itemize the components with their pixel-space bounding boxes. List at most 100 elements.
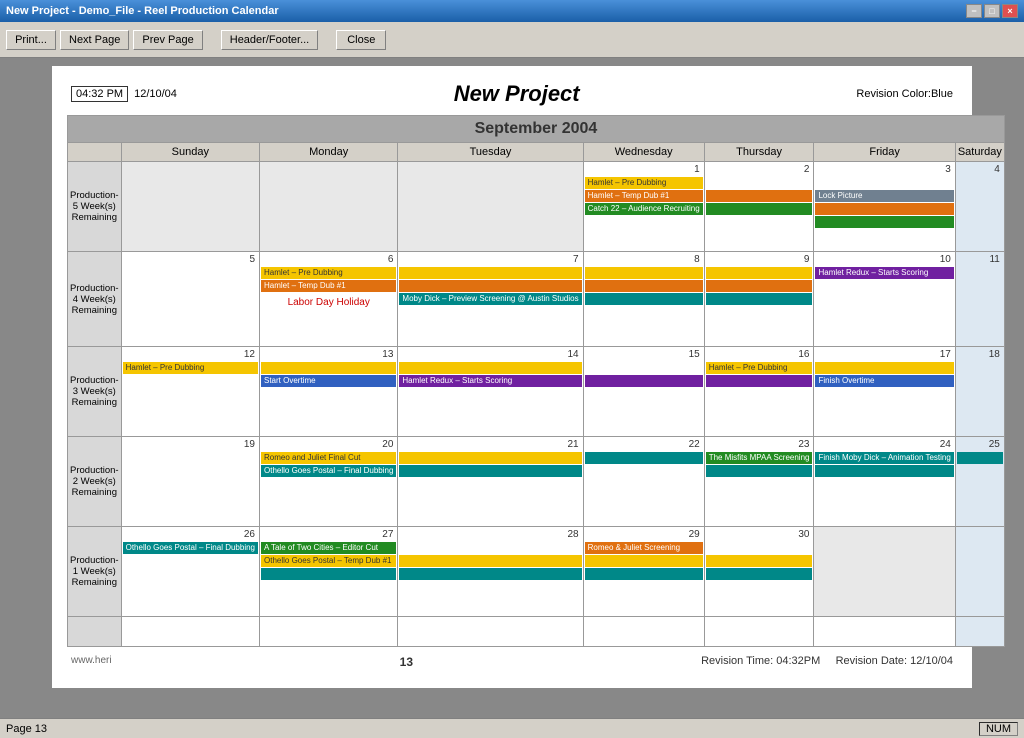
event-hamlet-pre-w2b xyxy=(399,267,581,279)
day-number-10: 10 xyxy=(815,253,953,266)
minimize-button[interactable]: − xyxy=(966,4,982,18)
day-cell-sep2: 2 xyxy=(704,162,814,252)
close-button[interactable]: Close xyxy=(336,30,386,50)
day-cell-sep12: 12 Hamlet – Pre Dubbing xyxy=(121,347,259,437)
event-hamlet-temp-dub-2 xyxy=(706,190,813,202)
event-catch22-1: Catch 22 – Audience Recruiting xyxy=(585,203,703,215)
prev-page-button[interactable]: Prev Page xyxy=(133,30,202,50)
col-header-wednesday: Wednesday xyxy=(583,143,704,162)
day-cell-sep7: 7 Moby Dick – Preview Screening @ Austin… xyxy=(398,252,583,347)
close-window-button[interactable]: × xyxy=(1002,4,1018,18)
day-number-7: 7 xyxy=(399,253,581,266)
event-othello-dubbing-f xyxy=(957,452,1003,464)
event-othello-final-d xyxy=(585,568,703,580)
day-number-15: 15 xyxy=(585,348,703,361)
event-romeo-juliet-cut-b xyxy=(399,452,581,464)
day-cell-sep17: 17 Finish Overtime xyxy=(814,347,955,437)
main-area: 04:32 PM 12/10/04 New Project Revision C… xyxy=(0,58,1024,718)
next-page-button[interactable]: Next Page xyxy=(60,30,129,50)
day-cell-last-sun xyxy=(121,617,259,647)
day-cell-last-fri xyxy=(814,617,955,647)
day-cell-sep16: 16 Hamlet – Pre Dubbing xyxy=(704,347,814,437)
title-bar: New Project - Demo_File - Reel Productio… xyxy=(0,0,1024,22)
event-othello-dubbing-e xyxy=(815,465,953,477)
day-cell-sep24: 24 Finish Moby Dick – Animation Testing xyxy=(814,437,955,527)
day-cell-empty-sat xyxy=(955,527,1004,617)
event-moby-dick: Moby Dick – Preview Screening @ Austin S… xyxy=(399,293,581,305)
day-number-22: 22 xyxy=(585,438,703,451)
day-cell-sep9: 9 xyxy=(704,252,814,347)
event-hamlet-pre-w3d: Hamlet – Pre Dubbing xyxy=(706,362,813,374)
day-cell-sep11: 11 xyxy=(955,252,1004,347)
event-hamlet-pre-w2d xyxy=(706,267,813,279)
day-number-24: 24 xyxy=(815,438,953,451)
maximize-button[interactable]: □ xyxy=(984,4,1000,18)
event-othello-final-c xyxy=(399,568,581,580)
day-cell-last-mon xyxy=(260,617,398,647)
header-footer-button[interactable]: Header/Footer... xyxy=(221,30,319,50)
col-header-sunday: Sunday xyxy=(121,143,259,162)
footer-rev-time: Revision Time: 04:32PM xyxy=(701,655,820,667)
event-start-overtime: Start Overtime xyxy=(261,375,396,387)
day-number-2: 2 xyxy=(706,163,813,176)
event-hamlet-pre-w3a: Hamlet – Pre Dubbing xyxy=(123,362,258,374)
day-number-13: 13 xyxy=(261,348,396,361)
day-number-23: 23 xyxy=(706,438,813,451)
week-row-2: Production-4 Week(s)Remaining 5 6 Hamlet… xyxy=(68,252,1005,347)
week-label-1: Production-5 Week(s)Remaining xyxy=(68,162,122,252)
date-display: 12/10/04 xyxy=(134,88,177,100)
event-othello-final-b xyxy=(261,568,396,580)
event-hamlet-temp-dub-1: Hamlet – Temp Dub #1 xyxy=(585,190,703,202)
event-romeo-juliet-screen: Romeo & Juliet Screening xyxy=(585,542,703,554)
week-row-3: Production-3 Week(s)Remaining 12 Hamlet … xyxy=(68,347,1005,437)
day-cell-sep15: 15 xyxy=(583,347,704,437)
page-footer: www.heri 13 Revision Time: 04:32PM Revis… xyxy=(67,647,957,673)
day-number-30: 30 xyxy=(706,528,813,541)
event-moby-dick-2 xyxy=(585,293,703,305)
week-row-5: Production-1 Week(s)Remaining 26 Othello… xyxy=(68,527,1005,617)
col-header-saturday: Saturday xyxy=(955,143,1004,162)
day-number-27: 27 xyxy=(261,528,396,541)
toolbar: Print... Next Page Prev Page Header/Foot… xyxy=(0,22,1024,58)
time-display: 04:32 PM xyxy=(71,86,128,102)
print-button[interactable]: Print... xyxy=(6,30,56,50)
day-number-20: 20 xyxy=(261,438,396,451)
day-number-19: 19 xyxy=(123,438,258,451)
event-othello-dubbing-c xyxy=(585,452,703,464)
event-hamlet-temp-dub-3 xyxy=(815,203,953,215)
event-othello-temp-c xyxy=(585,555,703,567)
day-cell-sep8: 8 xyxy=(583,252,704,347)
day-cell-last-thu xyxy=(704,617,814,647)
day-cell-sep18: 18 xyxy=(955,347,1004,437)
event-hamlet-pre-w3b xyxy=(261,362,396,374)
event-moby-dick-3 xyxy=(706,293,813,305)
event-hamlet-temp-w2d xyxy=(706,280,813,292)
day-number-8: 8 xyxy=(585,253,703,266)
status-right: NUM xyxy=(979,722,1018,736)
title-bar-controls[interactable]: − □ × xyxy=(966,4,1018,18)
event-othello-final-e xyxy=(706,568,813,580)
day-cell-sep19: 19 xyxy=(121,437,259,527)
day-cell-sep4: 4 xyxy=(955,162,1004,252)
day-number-5: 5 xyxy=(123,253,258,266)
day-number-29: 29 xyxy=(585,528,703,541)
month-header-row: September 2004 xyxy=(68,116,1005,143)
day-cell-sep3: 3 Lock Picture xyxy=(814,162,955,252)
day-number-21: 21 xyxy=(399,438,581,451)
event-two-cities: A Tale of Two Cities – Editor Cut xyxy=(261,542,396,554)
footer-revision: Revision Time: 04:32PM Revision Date: 12… xyxy=(701,655,953,669)
event-finish-moby: Finish Moby Dick – Animation Testing xyxy=(815,452,953,464)
revision-info: Revision Color:Blue xyxy=(856,88,953,100)
event-misfits-mpaa: The Misfits MPAA Screening xyxy=(706,452,813,464)
footer-rev-date: Revision Date: 12/10/04 xyxy=(836,655,953,667)
day-number-16: 16 xyxy=(706,348,813,361)
day-cell-last-sat xyxy=(955,617,1004,647)
event-othello-temp-b xyxy=(399,555,581,567)
week-label-3: Production-3 Week(s)Remaining xyxy=(68,347,122,437)
day-cell-sep5: 5 xyxy=(121,252,259,347)
footer-page-number: 13 xyxy=(112,655,702,669)
event-catch22-2 xyxy=(706,203,813,215)
day-number-11: 11 xyxy=(957,253,1003,266)
day-cell-sep22: 22 xyxy=(583,437,704,527)
event-hamlet-redux-w3c xyxy=(706,375,813,387)
